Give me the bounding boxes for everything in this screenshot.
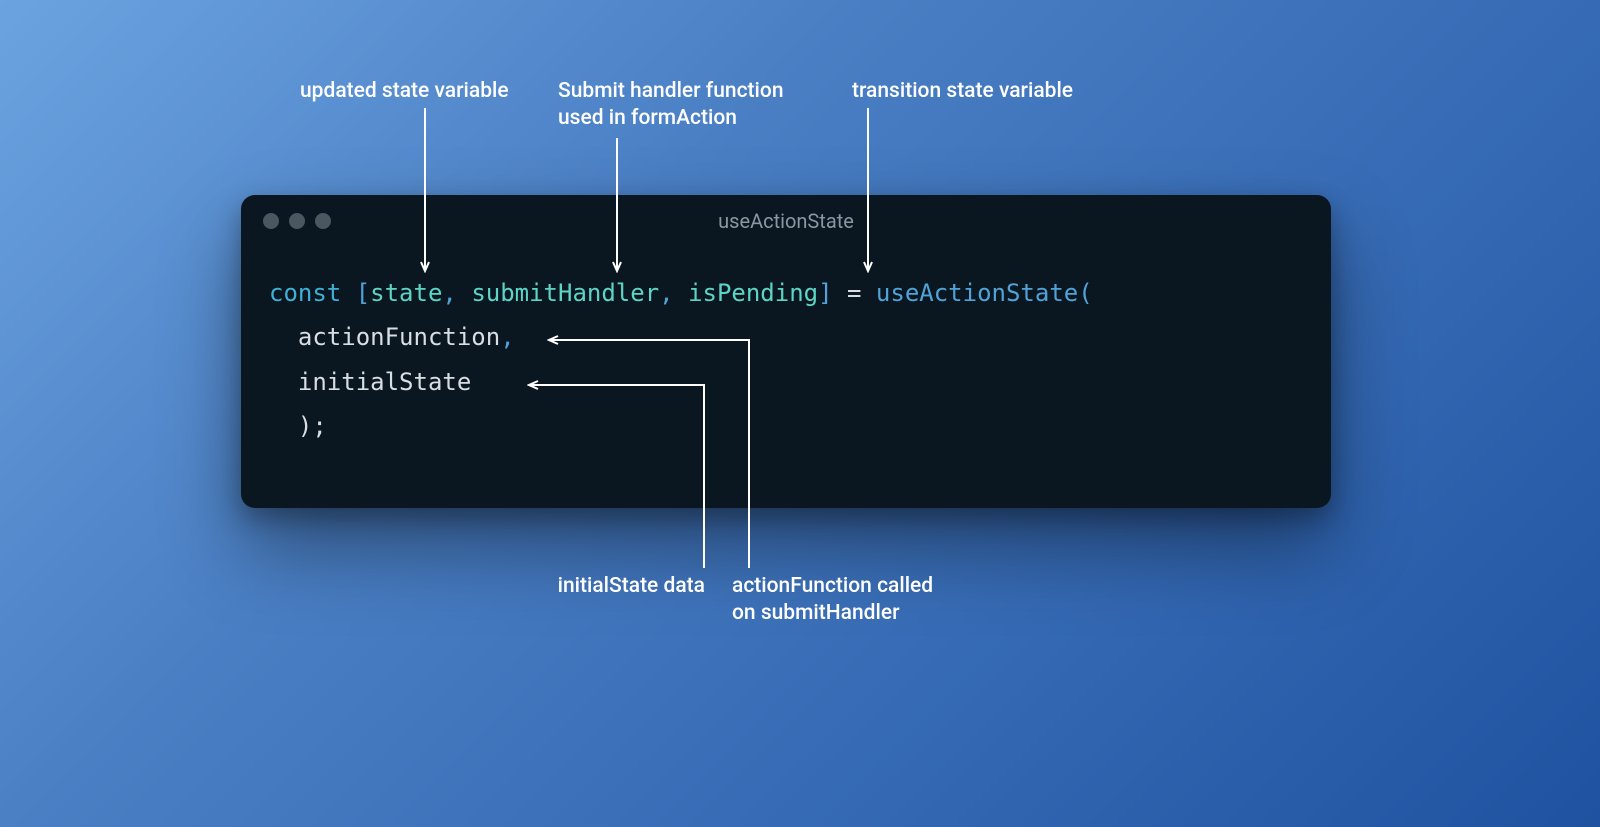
tok-equals: = bbox=[847, 279, 861, 307]
tok-comma-3: , bbox=[500, 323, 514, 351]
annotation-initial-state-data: initialState data bbox=[535, 573, 705, 600]
traffic-light-minimize-icon bbox=[289, 213, 305, 229]
window-title: useActionState bbox=[241, 209, 1331, 233]
window-titlebar: useActionState bbox=[241, 195, 1331, 247]
tok-comma-2: , bbox=[659, 279, 673, 307]
tok-initial-state: initialState bbox=[298, 368, 471, 396]
tok-close-paren: ); bbox=[298, 412, 327, 440]
tok-submit-handler: submitHandler bbox=[471, 279, 659, 307]
tok-use-action-state: useActionState bbox=[876, 279, 1078, 307]
diagram-stage: updated state variable Submit handler fu… bbox=[0, 0, 1600, 827]
tok-open-paren: ( bbox=[1078, 279, 1092, 307]
traffic-lights bbox=[263, 213, 331, 229]
annotation-submit-handler-function: Submit handler function used in formActi… bbox=[558, 78, 784, 133]
tok-comma-1: , bbox=[442, 279, 456, 307]
annotation-action-function-called: actionFunction called on submitHandler bbox=[732, 573, 933, 628]
tok-close-bracket: ] bbox=[818, 279, 832, 307]
annotation-transition-state-variable: transition state variable bbox=[852, 78, 1073, 105]
traffic-light-close-icon bbox=[263, 213, 279, 229]
annotation-updated-state-variable: updated state variable bbox=[300, 78, 509, 105]
code-body: const [state, submitHandler, isPending] … bbox=[241, 247, 1331, 469]
tok-state: state bbox=[370, 279, 442, 307]
code-window: useActionState const [state, submitHandl… bbox=[241, 195, 1331, 508]
tok-const: const bbox=[269, 279, 341, 307]
tok-open-bracket: [ bbox=[356, 279, 370, 307]
traffic-light-zoom-icon bbox=[315, 213, 331, 229]
tok-is-pending: isPending bbox=[688, 279, 818, 307]
tok-action-function: actionFunction bbox=[298, 323, 500, 351]
